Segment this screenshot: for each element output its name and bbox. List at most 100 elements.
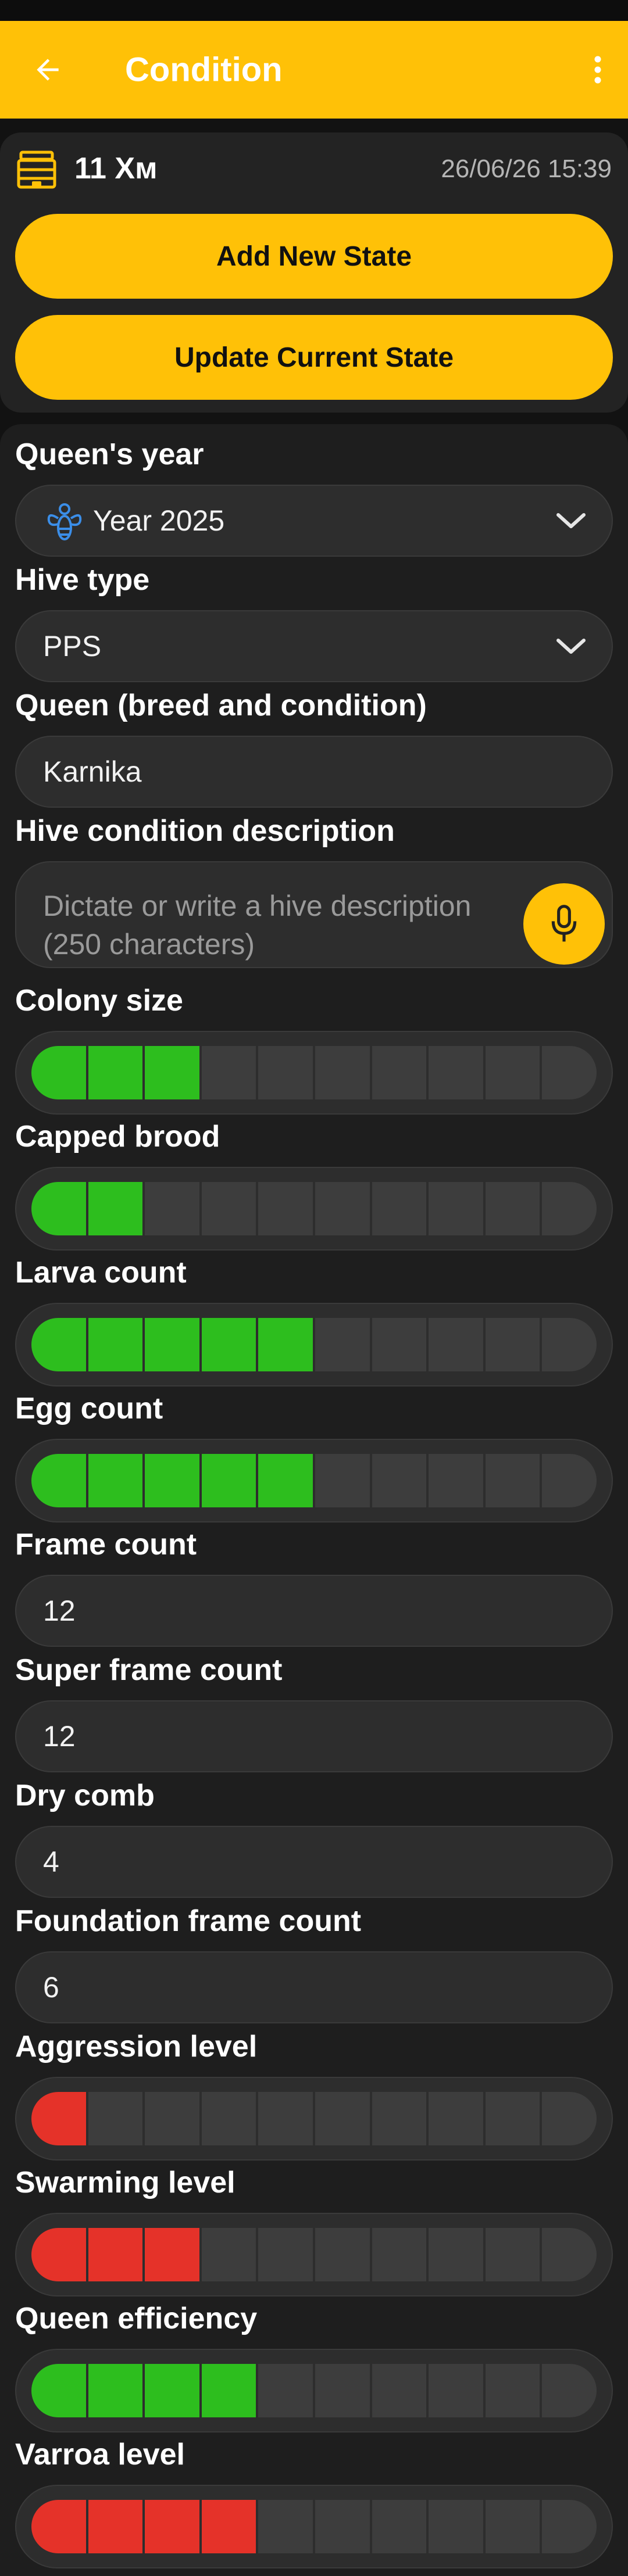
super-frame-count-input[interactable]: 12	[15, 1700, 613, 1772]
rating-segment[interactable]	[145, 2228, 199, 2281]
rating-segment[interactable]	[429, 2228, 483, 2281]
rating-segment[interactable]	[542, 2092, 597, 2145]
swarming-level-rating[interactable]	[15, 2213, 613, 2296]
rating-segment[interactable]	[429, 2364, 483, 2417]
rating-segment[interactable]	[258, 1454, 313, 1507]
rating-segment[interactable]	[372, 1182, 427, 1235]
rating-segment[interactable]	[315, 1454, 370, 1507]
rating-segment[interactable]	[315, 2092, 370, 2145]
rating-segment[interactable]	[372, 2228, 427, 2281]
rating-segment[interactable]	[372, 1318, 427, 1371]
rating-segment[interactable]	[258, 2228, 313, 2281]
foundation-frame-count-input[interactable]: 6	[15, 1951, 613, 2023]
varroa-level-rating[interactable]	[15, 2485, 613, 2568]
arrow-left-icon[interactable]	[24, 46, 71, 93]
queen-year-select[interactable]: Year 2025	[15, 485, 613, 557]
rating-segment[interactable]	[88, 1318, 143, 1371]
rating-segment[interactable]	[201, 1046, 256, 1099]
colony-size-rating[interactable]	[15, 1031, 613, 1115]
rating-segment[interactable]	[429, 2500, 483, 2553]
egg-count-rating[interactable]	[15, 1439, 613, 1522]
dry-comb-input[interactable]: 4	[15, 1826, 613, 1898]
rating-segment[interactable]	[315, 1046, 370, 1099]
description-input[interactable]: Dictate or write a hive description (250…	[15, 861, 613, 968]
rating-segment[interactable]	[201, 2364, 256, 2417]
more-vert-icon[interactable]	[580, 46, 615, 93]
rating-segment[interactable]	[372, 1454, 427, 1507]
rating-segment[interactable]	[258, 2364, 313, 2417]
rating-segment[interactable]	[201, 1454, 256, 1507]
rating-segment[interactable]	[201, 2092, 256, 2145]
rating-segment[interactable]	[429, 1046, 483, 1099]
rating-segment[interactable]	[485, 2500, 540, 2553]
rating-segment[interactable]	[88, 2092, 143, 2145]
rating-segment[interactable]	[201, 2500, 256, 2553]
rating-segment[interactable]	[31, 2364, 86, 2417]
rating-segment[interactable]	[485, 2092, 540, 2145]
rating-segment[interactable]	[88, 1046, 143, 1099]
rating-segment[interactable]	[372, 2092, 427, 2145]
rating-segment[interactable]	[145, 1182, 199, 1235]
rating-segment[interactable]	[88, 2500, 143, 2553]
update-current-state-button[interactable]: Update Current State	[15, 315, 613, 400]
rating-segment[interactable]	[542, 1182, 597, 1235]
rating-segment[interactable]	[372, 1046, 427, 1099]
add-new-state-button[interactable]: Add New State	[15, 214, 613, 299]
rating-segment[interactable]	[88, 2228, 143, 2281]
rating-segment[interactable]	[429, 1318, 483, 1371]
rating-segment[interactable]	[31, 1318, 86, 1371]
rating-segment[interactable]	[145, 2500, 199, 2553]
rating-segment[interactable]	[542, 2228, 597, 2281]
queen-breed-input[interactable]: Karnika	[15, 736, 613, 808]
rating-segment[interactable]	[258, 1046, 313, 1099]
rating-segment[interactable]	[258, 2500, 313, 2553]
rating-segment[interactable]	[485, 1182, 540, 1235]
rating-segment[interactable]	[542, 2364, 597, 2417]
rating-segment[interactable]	[145, 1318, 199, 1371]
rating-segment[interactable]	[88, 1454, 143, 1507]
rating-segment[interactable]	[315, 1182, 370, 1235]
hive-type-select[interactable]: PPS	[15, 610, 613, 682]
rating-segment[interactable]	[542, 1046, 597, 1099]
rating-segment[interactable]	[88, 2364, 143, 2417]
rating-segment[interactable]	[145, 2364, 199, 2417]
rating-segment[interactable]	[315, 2228, 370, 2281]
rating-segment[interactable]	[258, 2092, 313, 2145]
rating-segment[interactable]	[429, 2092, 483, 2145]
rating-segment[interactable]	[485, 2364, 540, 2417]
larva-count-rating[interactable]	[15, 1303, 613, 1386]
rating-segment[interactable]	[372, 2364, 427, 2417]
rating-segment[interactable]	[201, 2228, 256, 2281]
rating-segment[interactable]	[145, 1046, 199, 1099]
rating-segment[interactable]	[31, 1454, 86, 1507]
rating-segment[interactable]	[31, 1046, 86, 1099]
rating-segment[interactable]	[258, 1182, 313, 1235]
frame-count-input[interactable]: 12	[15, 1575, 613, 1647]
capped-brood-rating[interactable]	[15, 1167, 613, 1251]
rating-segment[interactable]	[315, 1318, 370, 1371]
queen-efficiency-rating[interactable]	[15, 2349, 613, 2432]
rating-segment[interactable]	[372, 2500, 427, 2553]
rating-segment[interactable]	[31, 2500, 86, 2553]
rating-segment[interactable]	[429, 1454, 483, 1507]
rating-segment[interactable]	[31, 1182, 86, 1235]
rating-segment[interactable]	[145, 1454, 199, 1507]
aggression-level-rating[interactable]	[15, 2077, 613, 2161]
rating-segment[interactable]	[201, 1318, 256, 1371]
rating-segment[interactable]	[31, 2228, 86, 2281]
rating-segment[interactable]	[485, 1454, 540, 1507]
rating-segment[interactable]	[145, 2092, 199, 2145]
rating-segment[interactable]	[315, 2364, 370, 2417]
rating-segment[interactable]	[542, 2500, 597, 2553]
rating-segment[interactable]	[485, 1046, 540, 1099]
rating-segment[interactable]	[542, 1318, 597, 1371]
rating-segment[interactable]	[429, 1182, 483, 1235]
rating-segment[interactable]	[485, 2228, 540, 2281]
rating-segment[interactable]	[258, 1318, 313, 1371]
microphone-icon[interactable]	[523, 883, 605, 965]
rating-segment[interactable]	[88, 1182, 143, 1235]
rating-segment[interactable]	[485, 1318, 540, 1371]
rating-segment[interactable]	[542, 1454, 597, 1507]
rating-segment[interactable]	[201, 1182, 256, 1235]
rating-segment[interactable]	[31, 2092, 86, 2145]
